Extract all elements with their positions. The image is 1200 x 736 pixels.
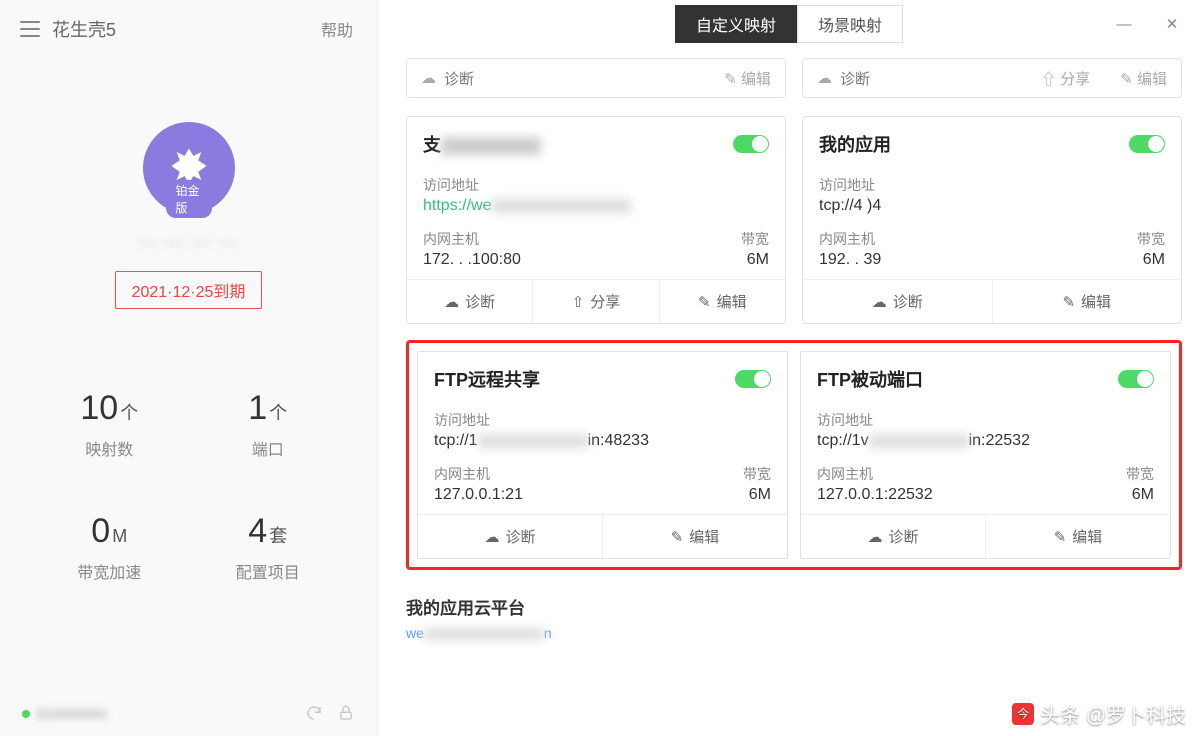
username: — — — — — [138, 232, 239, 253]
mapping-card-ftp-remote: FTP远程共享 访问地址 tcp://1in:48233 内网主机 127.0.… — [417, 351, 788, 559]
watermark-text: 头条 @罗卜科技 — [1040, 699, 1186, 728]
stat-mappings: 10个 映射数 — [40, 389, 179, 460]
bw-value: 6M — [691, 486, 771, 504]
host-value: 192. . 39 — [819, 251, 1065, 269]
host-value: 127.0.0.1:22532 — [817, 486, 1054, 504]
mapping-card-myapp: 我的应用 访问地址 tcp://4 )4 内网主机 192. . 39 带宽 — [802, 116, 1182, 324]
watermark: 今 头条 @罗卜科技 — [1012, 699, 1186, 728]
main-header: 自定义映射 场景映射 — ✕ — [378, 0, 1200, 48]
ftp-highlight-row: FTP远程共享 访问地址 tcp://1in:48233 内网主机 127.0.… — [406, 340, 1182, 570]
lock-icon[interactable] — [337, 704, 355, 722]
enable-toggle[interactable] — [1129, 135, 1165, 153]
minimize-button[interactable]: — — [1100, 0, 1148, 48]
cloud-section: 我的应用云平台 wen — [406, 594, 1182, 641]
bw-label: 带宽 — [691, 464, 771, 484]
enable-toggle[interactable] — [733, 135, 769, 153]
bw-value: 6M — [1074, 486, 1154, 504]
watermark-logo-icon: 今 — [1012, 703, 1034, 725]
enable-toggle[interactable] — [1118, 370, 1154, 388]
bw-label: 带宽 — [1074, 464, 1154, 484]
addr-value[interactable]: https://we — [423, 197, 769, 215]
edit-button[interactable]: ✎ 编辑 — [659, 280, 785, 323]
avatar[interactable]: 铂金版 — [143, 122, 235, 214]
card-title: 支 — [423, 131, 541, 157]
diag-button[interactable]: ☁ 诊断 — [407, 280, 532, 323]
share-icon[interactable]: ⇧ 分享 — [1041, 68, 1090, 89]
host-value: 172. . .100:80 — [423, 251, 669, 269]
addr-value[interactable]: tcp://1in:48233 — [434, 432, 771, 450]
card-row-1: 支 访问地址 https://we 内网主机 172. . .100:80 带宽… — [406, 116, 1182, 324]
edit-button[interactable]: ✎ 编辑 — [602, 515, 787, 558]
content: ☁诊断 ✎ 编辑 ☁诊断 ⇧ 分享 ✎ 编辑 支 访问地址 http — [378, 48, 1200, 736]
profile-block: 铂金版 — — — — 2021·12·25到期 — [0, 122, 377, 309]
host-label: 内网主机 — [817, 464, 1054, 484]
host-value: 127.0.0.1:21 — [434, 486, 671, 504]
sidebar-footer: 11xxxxxxxx — [0, 704, 377, 722]
top-stub-row: ☁诊断 ✎ 编辑 ☁诊断 ⇧ 分享 ✎ 编辑 — [406, 58, 1182, 98]
refresh-icon[interactable] — [305, 704, 323, 722]
tier-badge: 铂金版 — [166, 180, 212, 218]
diag-button[interactable]: ☁ 诊断 — [418, 515, 602, 558]
expire-badge[interactable]: 2021·12·25到期 — [115, 271, 263, 309]
mapping-card-zhi: 支 访问地址 https://we 内网主机 172. . .100:80 带宽… — [406, 116, 786, 324]
tab-scene-mapping[interactable]: 场景映射 — [797, 5, 903, 43]
bw-value: 6M — [689, 251, 769, 269]
sidebar-header: 花生壳5 帮助 — [0, 0, 377, 52]
expire-text: 2021·12·25到期 — [132, 278, 246, 302]
card-title: FTP被动端口 — [817, 366, 923, 392]
stat-ports: 1个 端口 — [199, 389, 338, 460]
cloud-url[interactable]: wen — [406, 625, 1182, 641]
addr-label: 访问地址 — [434, 410, 771, 430]
sidebar: 花生壳5 帮助 铂金版 — — — — 2021·12·25到期 10个 映射数… — [0, 0, 378, 736]
stub-card-right: ☁诊断 ⇧ 分享 ✎ 编辑 — [802, 58, 1182, 98]
help-link[interactable]: 帮助 — [321, 17, 353, 41]
addr-label: 访问地址 — [423, 175, 769, 195]
bw-label: 带宽 — [689, 229, 769, 249]
host-label: 内网主机 — [423, 229, 669, 249]
host-label: 内网主机 — [434, 464, 671, 484]
window-controls: — ✕ — [1100, 0, 1196, 48]
status-indicator: 11xxxxxxxx — [22, 705, 136, 721]
edit-icon[interactable]: ✎ 编辑 — [1120, 68, 1167, 89]
diag-button[interactable]: ☁ 诊断 — [803, 280, 992, 323]
diag-icon[interactable]: ☁ — [421, 69, 436, 87]
app-title: 花生壳5 — [52, 16, 116, 42]
main-panel: 自定义映射 场景映射 — ✕ ☁诊断 ✎ 编辑 ☁诊断 ⇧ 分享 ✎ 编辑 — [378, 0, 1200, 736]
card-title: 我的应用 — [819, 131, 891, 157]
share-button[interactable]: ⇧ 分享 — [532, 280, 658, 323]
host-label: 内网主机 — [819, 229, 1065, 249]
addr-label: 访问地址 — [819, 175, 1165, 195]
stat-bandwidth: 0M 带宽加速 — [40, 512, 179, 583]
edit-button[interactable]: ✎ 编辑 — [992, 280, 1182, 323]
stub-card-left: ☁诊断 ✎ 编辑 — [406, 58, 786, 98]
mapping-card-ftp-passive: FTP被动端口 访问地址 tcp://1vin:22532 内网主机 127.0… — [800, 351, 1171, 559]
bw-label: 带宽 — [1085, 229, 1165, 249]
diag-button[interactable]: ☁ 诊断 — [801, 515, 985, 558]
bw-value: 6M — [1085, 251, 1165, 269]
addr-label: 访问地址 — [817, 410, 1154, 430]
stat-projects: 4套 配置项目 — [199, 512, 338, 583]
card-title: FTP远程共享 — [434, 366, 540, 392]
menu-icon[interactable] — [20, 21, 40, 37]
tab-custom-mapping[interactable]: 自定义映射 — [675, 5, 797, 43]
stats-grid: 10个 映射数 1个 端口 0M 带宽加速 4套 配置项目 — [0, 389, 377, 583]
close-button[interactable]: ✕ — [1148, 0, 1196, 48]
diag-icon[interactable]: ☁ — [817, 69, 832, 87]
edit-button[interactable]: ✎ 编辑 — [985, 515, 1170, 558]
enable-toggle[interactable] — [735, 370, 771, 388]
tab-group: 自定义映射 场景映射 — [675, 5, 903, 43]
edit-icon[interactable]: ✎ 编辑 — [724, 68, 771, 89]
addr-value[interactable]: tcp://4 )4 — [819, 197, 1165, 215]
addr-value[interactable]: tcp://1vin:22532 — [817, 432, 1154, 450]
cloud-title: 我的应用云平台 — [406, 594, 1182, 619]
